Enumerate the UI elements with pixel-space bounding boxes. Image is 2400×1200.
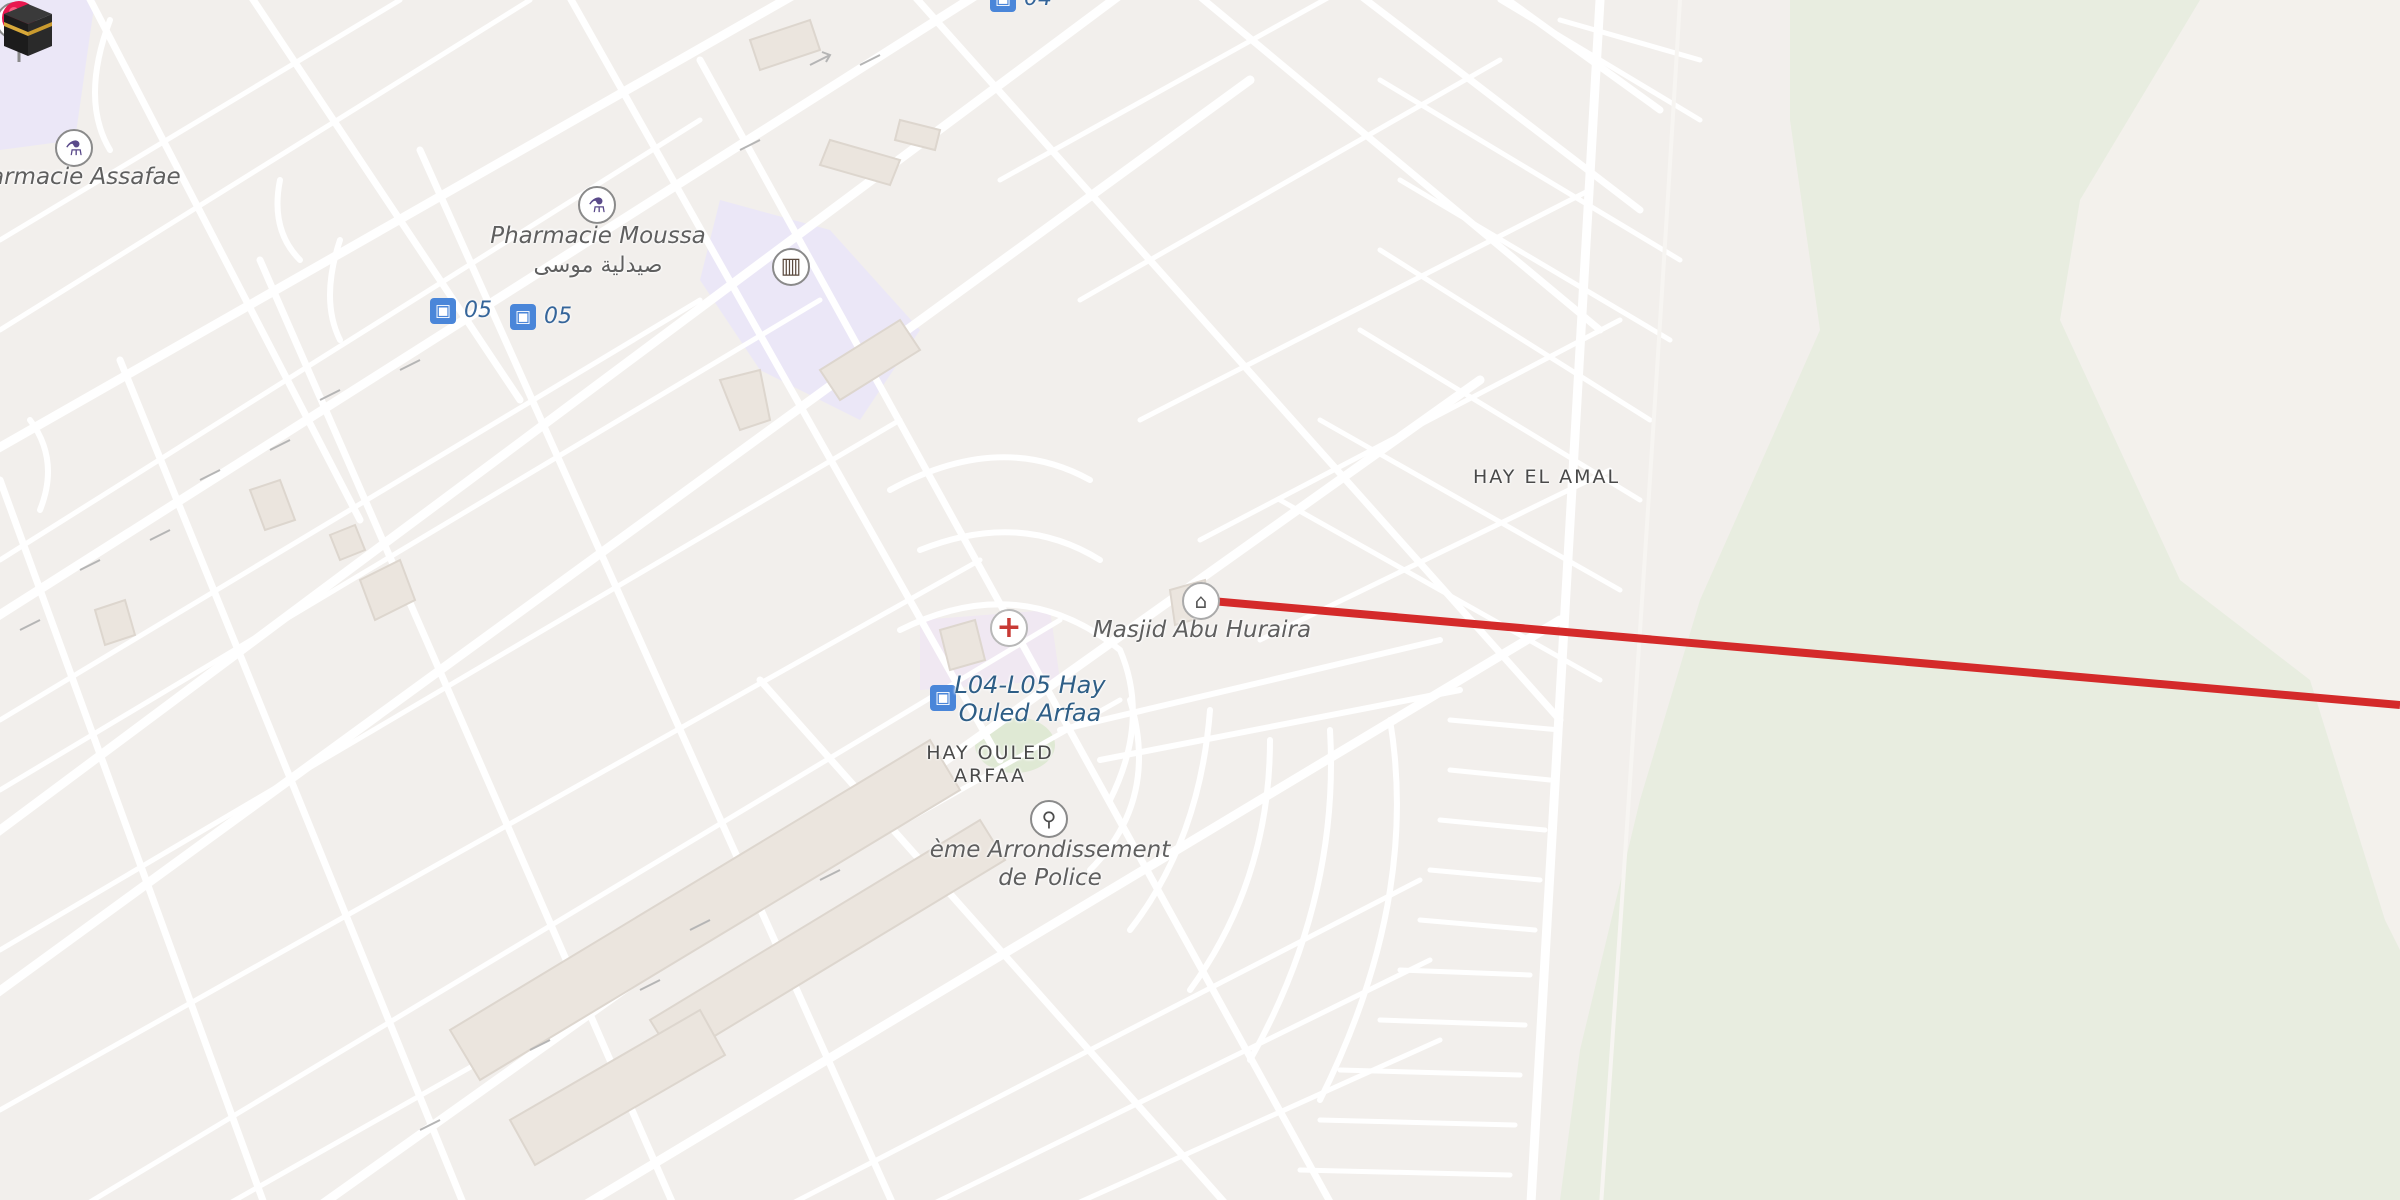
police-label[interactable]: de Police	[998, 864, 1102, 892]
pharmacy-label-arabic: صيدلية موسى	[533, 253, 663, 278]
bus-stop-label[interactable]: Ouled Arfaa	[959, 699, 1102, 727]
hospital-cross-icon[interactable]: +	[990, 609, 1028, 647]
pharmacy-label[interactable]: armacie Assafae	[0, 163, 181, 191]
bus-stop-icon[interactable]: ▣	[430, 298, 456, 324]
pharmacy-label[interactable]: Pharmacie Moussa	[490, 222, 706, 250]
bus-route-label: 05	[544, 304, 572, 329]
map-view[interactable]: ▥ ⚗ ⚗ ▥ + ⌂ ⚲ ▣ 05 ▣ 05 ▣ 04 ▣ armacie A…	[0, 0, 2400, 1200]
pharmacy-icon[interactable]: ⚗	[55, 129, 93, 167]
police-icon[interactable]: ⚲	[1030, 800, 1068, 838]
bus-route-label: 05	[464, 298, 492, 323]
bus-route-label: 04	[1024, 0, 1052, 11]
mosque-icon[interactable]: ⌂	[1182, 582, 1220, 620]
school-icon[interactable]: ▥	[772, 248, 810, 286]
pharmacy-icon[interactable]: ⚗	[578, 186, 616, 224]
neighborhood-label: HAY EL AMAL	[1473, 466, 1621, 488]
neighborhood-label: ARFAA	[954, 765, 1026, 787]
mosque-label[interactable]: Masjid Abu Huraira	[1093, 616, 1311, 644]
bus-stop-icon[interactable]: ▣	[930, 685, 956, 711]
neighborhood-label: HAY OULED	[926, 742, 1054, 764]
bus-stop-label[interactable]: L04-L05 Hay	[954, 671, 1105, 699]
bus-stop-icon[interactable]: ▣	[510, 304, 536, 330]
police-label[interactable]: ème Arrondissement	[930, 836, 1171, 864]
bus-stop-icon[interactable]: ▣	[990, 0, 1016, 12]
road-network	[0, 0, 1703, 1200]
kaaba-icon[interactable]	[0, 0, 56, 58]
